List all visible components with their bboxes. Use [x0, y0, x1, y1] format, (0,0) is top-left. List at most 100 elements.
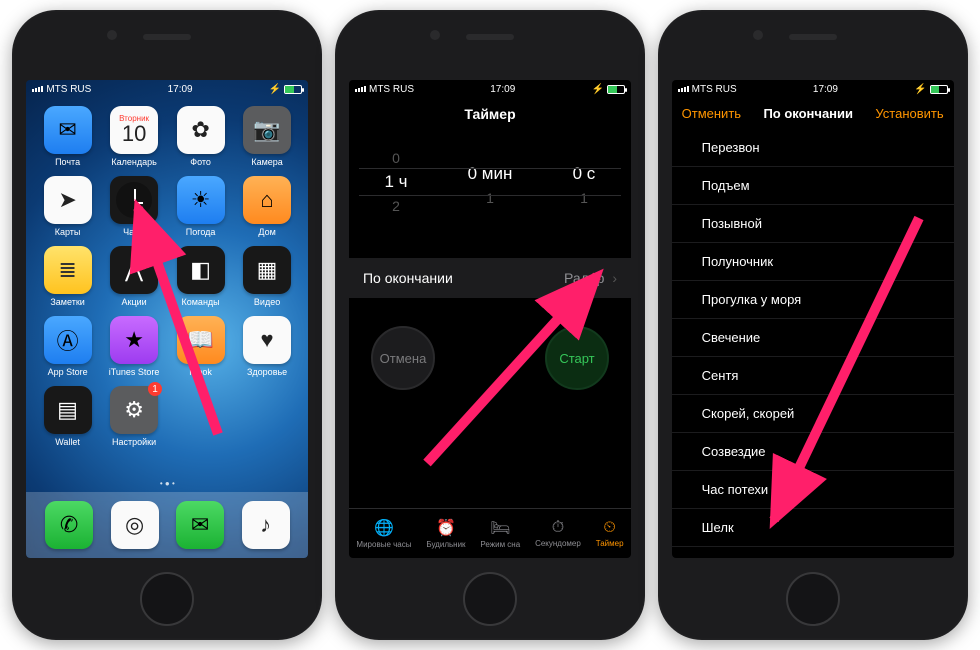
app-Заметки[interactable]: ≣ Заметки — [37, 246, 99, 307]
picker-minutes[interactable]: 0 мин 1 — [443, 158, 536, 206]
tab-Будильник[interactable]: ⏰ Будильник — [426, 518, 465, 549]
app-Дом[interactable]: ⌂ Дом — [236, 176, 298, 237]
app-label: Wallet — [55, 437, 80, 447]
sound-item[interactable]: Перезвон — [672, 129, 954, 167]
cancel-button[interactable]: Отменить — [682, 106, 741, 121]
app-label: Видео — [254, 297, 280, 307]
app-icon: ≣ — [44, 246, 92, 294]
app-App Store[interactable]: Ⓐ App Store — [37, 316, 99, 377]
app-icon: ⚙1 — [110, 386, 158, 434]
sound-item[interactable]: Прогулка у моря — [672, 281, 954, 319]
status-bar: MTS RUS 17:09 ⚡ — [349, 80, 631, 98]
picker-hours[interactable]: 0 1 ч 2 — [349, 150, 442, 214]
when-ends-row[interactable]: По окончании Радар › — [349, 258, 631, 298]
app-label: Здоровье — [247, 367, 287, 377]
app-icon: 📖 — [177, 316, 225, 364]
tab-Режим сна[interactable]: 🛏Режим сна — [480, 518, 520, 549]
app-icon: Ⓐ — [44, 316, 92, 364]
dock-safari[interactable]: ◎ — [111, 501, 159, 549]
app-Почта[interactable]: ✉ Почта — [37, 106, 99, 167]
app-icon: ♥ — [243, 316, 291, 364]
tab-icon: ⏱ — [552, 519, 564, 537]
home-button[interactable] — [463, 572, 517, 626]
status-bar: MTS RUS 17:09 ⚡ — [26, 80, 308, 98]
duration-picker[interactable]: 0 1 ч 2 0 мин 1 0 с 1 — [349, 134, 631, 230]
sound-item[interactable]: Электросхема — [672, 547, 954, 558]
tab-icon: ⏲ — [603, 519, 615, 537]
sound-label: Прогулка у моря — [702, 292, 802, 307]
bolt-icon: ⚡ — [914, 84, 926, 95]
cancel-button[interactable]: Отмена — [371, 326, 435, 390]
app-icon: 📷 — [243, 106, 291, 154]
chevron-right-icon: › — [612, 270, 617, 286]
nav-title: Таймер — [349, 98, 631, 134]
app-icon: ▤ — [44, 386, 92, 434]
sound-label: Подъем — [702, 178, 750, 193]
sound-item[interactable]: Шелк — [672, 509, 954, 547]
sound-list[interactable]: Перезвон Подъем Позывной Полуночник Прогулка… — [672, 129, 954, 558]
sound-label: Свечение — [702, 330, 761, 345]
battery-icon — [284, 85, 302, 94]
phone-sound-picker: MTS RUS 17:09 ⚡ Отменить По окончании Ус… — [658, 10, 968, 640]
app-Карты[interactable]: ➤ Карты — [37, 176, 99, 237]
home-button[interactable] — [786, 572, 840, 626]
bolt-icon: ⚡ — [592, 84, 604, 95]
app-Камера[interactable]: 📷 Камера — [236, 106, 298, 167]
sound-item[interactable]: Созвездие — [672, 433, 954, 471]
tab-Секундомер[interactable]: ⏱ Секундомер — [535, 519, 581, 548]
app-Акции[interactable]: ⋀ Акции — [103, 246, 165, 307]
app-icon: ★ — [110, 316, 158, 364]
dock-music[interactable]: ♪ — [242, 501, 290, 549]
app-Календарь[interactable]: Вторник10 Календарь — [103, 106, 165, 167]
screen-timer: MTS RUS 17:09 ⚡ Таймер 0 1 ч 2 0 мин — [349, 80, 631, 558]
sound-label: Позывной — [702, 216, 762, 231]
app-Настройки[interactable]: ⚙1 Настройки — [103, 386, 165, 447]
start-button[interactable]: Старт — [545, 326, 609, 390]
phone-home: MTS RUS 17:09 ⚡ ✉ ПочтаВторник10 Календа… — [12, 10, 322, 640]
tab-label: Режим сна — [480, 540, 520, 549]
app-label: Почта — [55, 157, 80, 167]
home-button[interactable] — [140, 572, 194, 626]
sound-item[interactable]: Час потехи — [672, 471, 954, 509]
app-label: Заметки — [50, 297, 84, 307]
dock-messages[interactable]: ✉ — [176, 501, 224, 549]
sound-item[interactable]: Скорей, скорей — [672, 395, 954, 433]
app-Часы[interactable]: Часы — [103, 176, 165, 237]
app-label: Акции — [122, 297, 147, 307]
carrier-label: MTS RUS — [46, 84, 91, 95]
nav-bar: Отменить По окончании Установить — [672, 98, 954, 129]
app-label: Фото — [190, 157, 211, 167]
screen-home: MTS RUS 17:09 ⚡ ✉ ПочтаВторник10 Календа… — [26, 80, 308, 558]
sound-item[interactable]: Полуночник — [672, 243, 954, 281]
sound-item[interactable]: Сентя — [672, 357, 954, 395]
sound-item[interactable]: Подъем — [672, 167, 954, 205]
sound-item[interactable]: Позывной — [672, 205, 954, 243]
app-Здоровье[interactable]: ♥ Здоровье — [236, 316, 298, 377]
app-label: App Store — [48, 367, 88, 377]
when-ends-value: Радар — [564, 270, 604, 286]
tab-label: Будильник — [426, 540, 465, 549]
battery-icon — [607, 85, 625, 94]
sound-item[interactable]: Свечение — [672, 319, 954, 357]
tab-Мировые часы[interactable]: 🌐Мировые часы — [356, 518, 411, 549]
picker-seconds[interactable]: 0 с 1 — [537, 158, 630, 206]
tab-label: Секундомер — [535, 539, 581, 548]
tab-icon: ⏰ — [436, 518, 456, 538]
app-icon: ⋀ — [110, 246, 158, 294]
app-label: Камера — [251, 157, 282, 167]
app-grid: ✉ ПочтаВторник10 Календарь✿ Фото📷 Камера… — [26, 98, 308, 475]
app-Погода[interactable]: ☀ Погода — [170, 176, 232, 237]
app-Команды[interactable]: ◧ Команды — [170, 246, 232, 307]
dock-phone[interactable]: ✆ — [45, 501, 93, 549]
tab-Таймер[interactable]: ⏲Таймер — [596, 519, 624, 548]
set-button[interactable]: Установить — [875, 106, 943, 121]
tab-icon: 🌐 — [374, 518, 394, 538]
app-iBook[interactable]: 📖 iBook — [170, 316, 232, 377]
app-label: Настройки — [112, 437, 156, 447]
app-Видео[interactable]: ▦ Видео — [236, 246, 298, 307]
app-iTunes Store[interactable]: ★ iTunes Store — [103, 316, 165, 377]
app-Фото[interactable]: ✿ Фото — [170, 106, 232, 167]
app-label: iBook — [189, 367, 212, 377]
app-Wallet[interactable]: ▤ Wallet — [37, 386, 99, 447]
clock-label: 17:09 — [168, 84, 193, 95]
